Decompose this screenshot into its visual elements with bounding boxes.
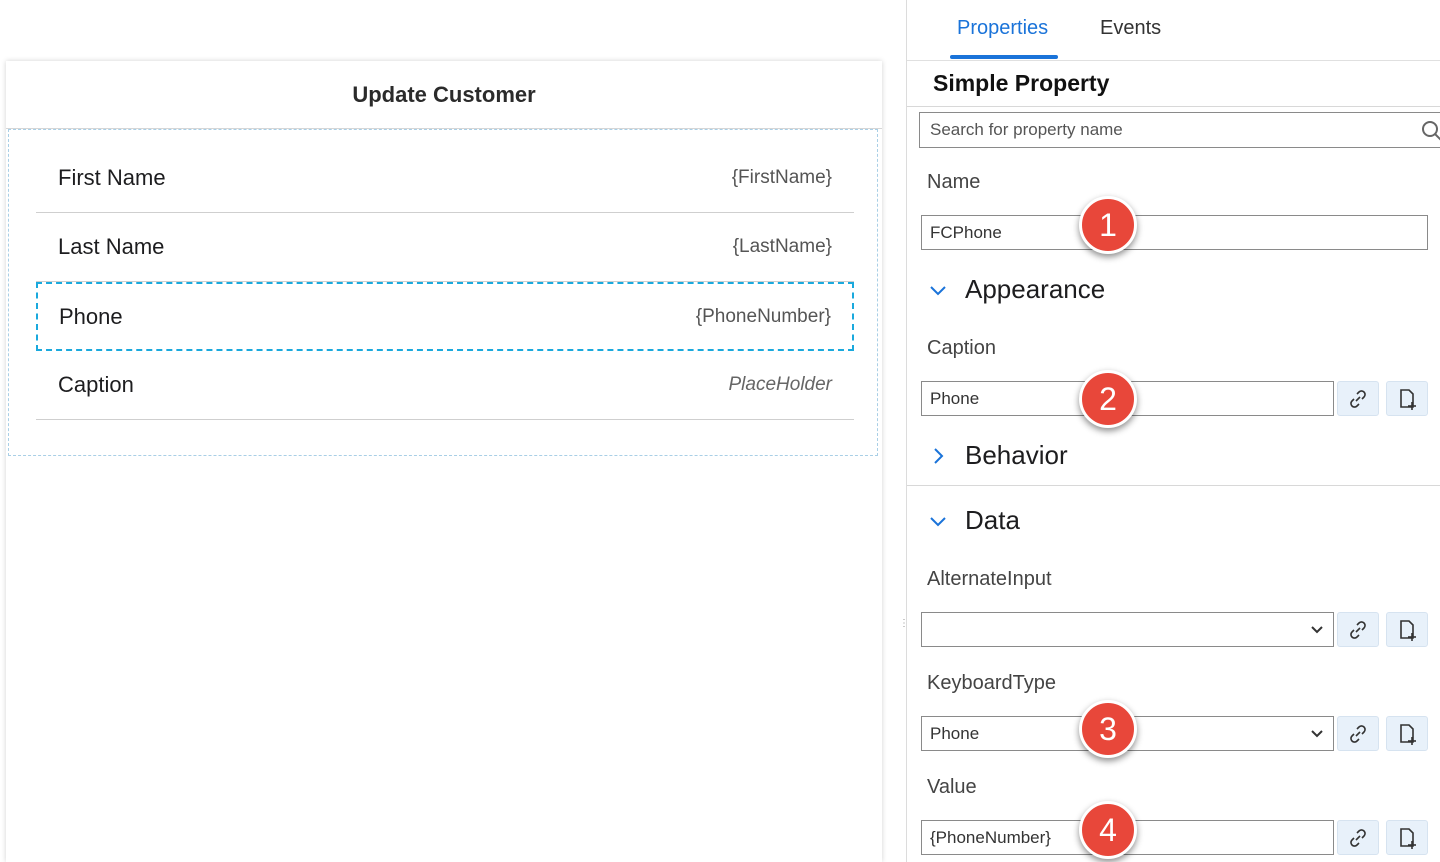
group-behavior[interactable]: Behavior: [927, 440, 1068, 471]
link-icon: [1350, 828, 1366, 847]
chevron-down-icon: [930, 285, 946, 295]
cell-label: Phone: [59, 303, 123, 329]
chevron-right-icon: [934, 447, 944, 464]
group-data[interactable]: Data: [927, 505, 1020, 536]
group-appearance[interactable]: Appearance: [927, 274, 1105, 305]
caption-value: Phone: [930, 388, 980, 408]
active-tab-indicator: [950, 55, 1058, 59]
chevron-down-icon: [930, 516, 946, 526]
value-binding-button[interactable]: [1337, 820, 1379, 855]
cell-value: {FirstName}: [731, 167, 832, 188]
properties-panel: Properties Events Simple Property Name F…: [907, 0, 1440, 862]
form-cell-last-name[interactable]: Last Name {LastName}: [36, 213, 854, 282]
keyboard-type-binding-button[interactable]: [1337, 716, 1379, 751]
new-rule-icon: [1400, 388, 1416, 410]
section-title: Simple Property: [933, 70, 1110, 96]
cell-label: Caption: [58, 372, 134, 397]
cell-value: {PhoneNumber}: [695, 305, 831, 327]
name-label: Name: [927, 171, 981, 193]
alternate-input-select[interactable]: [921, 612, 1334, 647]
callout-badge-3: 3: [1079, 700, 1137, 758]
callout-badge-4: 4: [1079, 801, 1137, 859]
name-field[interactable]: FCPhone: [921, 215, 1428, 250]
page-preview: Update Customer First Name {FirstName} L…: [6, 61, 882, 862]
caption-binding-button[interactable]: [1337, 381, 1379, 416]
cell-placeholder: PlaceHolder: [728, 374, 833, 395]
new-rule-icon: [1400, 827, 1416, 849]
splitter-grip-icon[interactable]: ⋮: [899, 616, 909, 632]
cell-value: {LastName}: [732, 236, 832, 257]
group-label: Data: [965, 505, 1020, 535]
group-label: Behavior: [965, 440, 1068, 470]
page-title: Update Customer: [6, 61, 882, 129]
group-label: Appearance: [965, 274, 1106, 304]
form-cell-first-name[interactable]: First Name {FirstName}: [36, 144, 854, 213]
keyboard-type-label: KeyboardType: [927, 672, 1056, 694]
new-rule-icon: [1400, 619, 1416, 641]
search-input[interactable]: [928, 113, 1412, 147]
alternate-input-label: AlternateInput: [927, 568, 1052, 590]
form-cell-caption[interactable]: Caption PlaceHolder: [36, 351, 854, 420]
link-icon: [1350, 389, 1366, 408]
name-value: FCPhone: [930, 222, 1002, 242]
value-value: {PhoneNumber}: [930, 827, 1051, 847]
callout-badge-2: 2: [1079, 370, 1137, 428]
value-label: Value: [927, 776, 977, 798]
alternate-input-rule-button[interactable]: [1386, 612, 1428, 647]
cell-label: Last Name: [58, 234, 165, 259]
tab-properties[interactable]: Properties: [957, 17, 1048, 40]
form-cell-phone[interactable]: Phone {PhoneNumber}: [36, 282, 854, 351]
link-icon: [1350, 724, 1366, 743]
caption-rule-button[interactable]: [1386, 381, 1428, 416]
tab-events[interactable]: Events: [1100, 17, 1161, 40]
value-rule-button[interactable]: [1386, 820, 1428, 855]
design-canvas: Update Customer First Name {FirstName} L…: [0, 0, 906, 862]
divider: [907, 485, 1440, 486]
alternate-input-binding-button[interactable]: [1337, 612, 1379, 647]
keyboard-type-rule-button[interactable]: [1386, 716, 1428, 751]
new-rule-icon: [1400, 723, 1416, 745]
cell-label: First Name: [58, 165, 166, 190]
chevron-down-icon: [1311, 730, 1323, 738]
caption-label: Caption: [927, 337, 996, 359]
property-search-field[interactable]: [919, 112, 1440, 148]
form-cell-section[interactable]: First Name {FirstName} Last Name {LastNa…: [8, 129, 878, 456]
link-icon: [1350, 620, 1366, 639]
search-icon[interactable]: [1420, 119, 1440, 148]
keyboard-type-value: Phone: [930, 723, 980, 743]
divider: [907, 106, 1440, 107]
callout-badge-1: 1: [1079, 196, 1137, 254]
chevron-down-icon: [1311, 626, 1323, 634]
tab-bar: Properties Events: [907, 0, 1440, 61]
